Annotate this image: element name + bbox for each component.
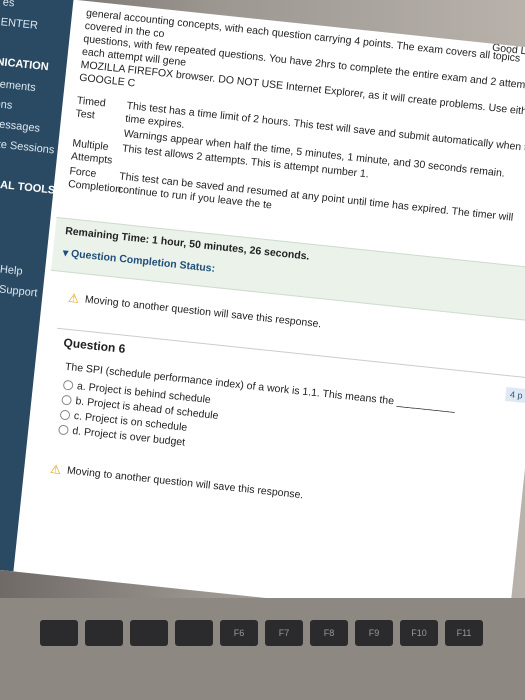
answer-options: a. Project is behind schedule b. Project…	[58, 377, 221, 453]
radio-button[interactable]	[62, 379, 74, 391]
keyboard-key	[85, 620, 123, 646]
radio-button[interactable]	[61, 394, 73, 406]
save-warning-bottom: ⚠ Moving to another question will save t…	[50, 462, 304, 503]
keyboard-key: F10	[400, 620, 438, 646]
test-instructions: general accounting concepts, with each q…	[67, 7, 525, 240]
save-warning-top: ⚠ Moving to another question will save t…	[68, 291, 322, 332]
warning-icon: ⚠	[49, 461, 62, 477]
function-key-row: F6 F7 F8 F9 F10 F11	[40, 620, 483, 646]
info-key: Multiple Attempts	[70, 137, 113, 167]
keyboard-key	[130, 620, 168, 646]
keyboard-key: F7	[265, 620, 303, 646]
warning-icon: ⚠	[67, 290, 80, 306]
radio-button[interactable]	[58, 423, 70, 435]
keyboard-key: F9	[355, 620, 393, 646]
remaining-time-label: Remaining Time:	[64, 225, 150, 246]
radio-button[interactable]	[59, 409, 71, 421]
completion-status-toggle[interactable]: ▾ Question Completion Status:	[62, 247, 215, 275]
keyboard-key: F11	[445, 620, 483, 646]
keyboard-key: F6	[220, 620, 258, 646]
save-warning-text: Moving to another question will save thi…	[66, 464, 304, 502]
info-key: Timed Test	[74, 94, 107, 122]
keyboard-key	[175, 620, 213, 646]
save-warning-text: Moving to another question will save thi…	[84, 293, 322, 331]
points-badge: 4 p	[505, 387, 525, 404]
info-key: Force Completion	[67, 165, 122, 196]
test-content: general accounting concepts, with each q…	[19, 0, 525, 623]
laptop-keyboard: F6 F7 F8 F9 F10 F11	[0, 598, 525, 700]
keyboard-key: F8	[310, 620, 348, 646]
completion-status-label: Question Completion Status:	[70, 247, 216, 275]
browser-screen: es ENTER NICATION cements ions Messages rate S…	[0, 0, 525, 624]
keyboard-key	[40, 620, 78, 646]
question-title: Question 6	[62, 335, 127, 356]
